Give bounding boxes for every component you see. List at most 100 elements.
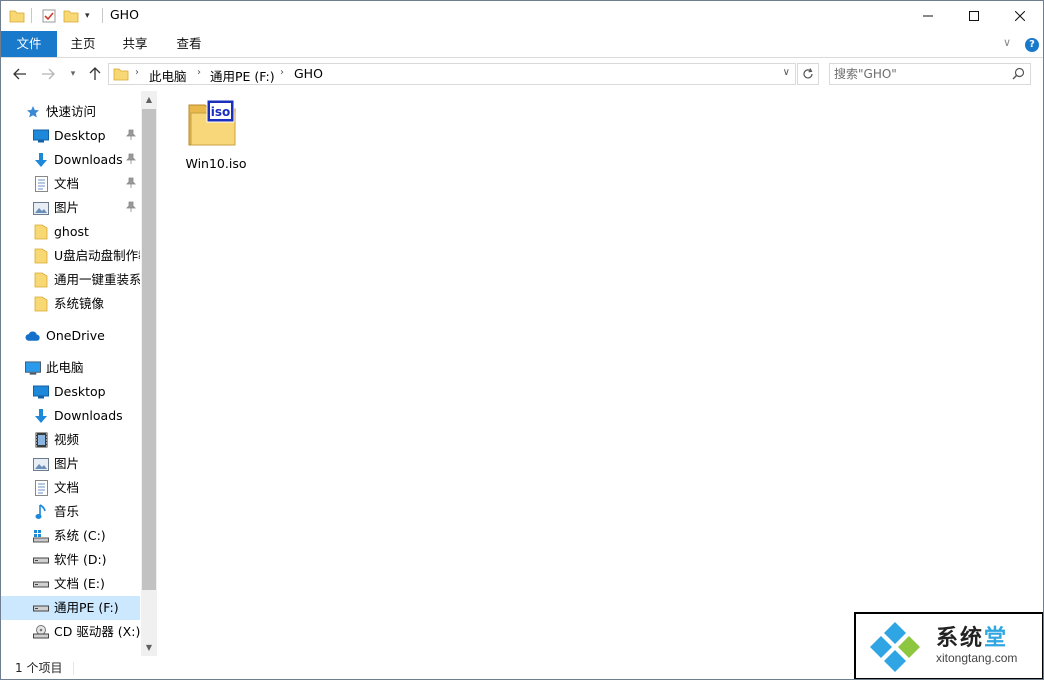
pin-icon[interactable] — [126, 177, 136, 192]
cd-drive-icon — [33, 624, 49, 640]
nav-item-system-image[interactable]: 系统镜像 — [0, 292, 140, 316]
nav-drive-f[interactable]: 通用PE (F:) — [0, 596, 140, 620]
nav-label: 视频 — [54, 432, 80, 447]
nav-this-pc[interactable]: 此电脑 — [0, 356, 140, 380]
toolbar-divider — [31, 8, 32, 23]
breadcrumb-separator-icon[interactable]: › — [135, 67, 139, 78]
watermark-title: 系统堂 — [936, 620, 1008, 652]
ribbon-tabs: 文件 主页 共享 查看 ∨ ? — [0, 31, 1044, 58]
up-arrow-icon — [89, 67, 101, 80]
pin-icon[interactable] — [126, 201, 136, 216]
breadcrumb-item[interactable]: 此电脑 — [149, 66, 187, 85]
minimize-button[interactable] — [905, 0, 951, 31]
nav-label: OneDrive — [46, 328, 105, 343]
nav-label: U盘启动盘制作教 — [54, 248, 140, 263]
nav-label: CD 驱动器 (X:) — [54, 624, 140, 639]
nav-quick-access[interactable]: 快速访问 — [0, 100, 140, 124]
scroll-down-icon[interactable]: ▼ — [141, 639, 157, 656]
breadcrumb-item[interactable]: 通用PE (F:) — [210, 66, 275, 85]
music-icon — [33, 504, 49, 520]
watermark-url: xitongtang.com — [936, 651, 1018, 665]
nav-drive-d[interactable]: 软件 (D:) — [0, 548, 140, 572]
forward-button[interactable] — [39, 65, 57, 83]
search-input[interactable] — [834, 66, 1004, 82]
nav-pc-documents[interactable]: 文档 — [0, 476, 140, 500]
tab-file[interactable]: 文件 — [1, 31, 57, 57]
search-box[interactable] — [829, 63, 1031, 85]
new-folder-icon[interactable] — [63, 6, 79, 26]
address-row: ▾ › 此电脑 › 通用PE (F:) › GHO ∨ — [0, 58, 1044, 91]
nav-item-desktop[interactable]: Desktop — [0, 124, 140, 148]
nav-label: Desktop — [54, 384, 106, 399]
video-icon — [33, 432, 49, 448]
folder-icon — [33, 248, 49, 264]
folder-icon — [33, 296, 49, 312]
help-icon[interactable]: ? — [1025, 38, 1039, 52]
close-button[interactable] — [997, 0, 1043, 31]
nav-pc-music[interactable]: 音乐 — [0, 500, 140, 524]
back-arrow-icon — [13, 68, 26, 80]
tab-home[interactable]: 主页 — [60, 31, 106, 57]
customize-toolbar-icon[interactable]: ▾ — [85, 6, 90, 26]
desktop-icon — [33, 128, 49, 144]
nav-item-ghost[interactable]: ghost — [0, 220, 140, 244]
drive-icon — [33, 552, 49, 568]
pin-icon[interactable] — [126, 129, 136, 144]
tab-view[interactable]: 查看 — [166, 31, 212, 57]
nav-item-documents[interactable]: 文档 — [0, 172, 140, 196]
refresh-icon — [803, 68, 813, 79]
breadcrumb-separator-icon[interactable]: › — [197, 67, 201, 78]
maximize-button[interactable] — [951, 0, 997, 31]
folder-icon — [113, 67, 129, 84]
refresh-button[interactable] — [797, 63, 819, 85]
nav-scrollbar[interactable]: ▲ ▼ — [141, 91, 157, 656]
nav-label: 通用一键重装系统 — [54, 272, 140, 287]
nav-pc-desktop[interactable]: Desktop — [0, 380, 140, 404]
svg-text:iso: iso — [211, 105, 231, 119]
properties-icon[interactable] — [41, 6, 57, 26]
file-list[interactable]: iso Win10.iso — [158, 91, 1044, 656]
scrollbar-thumb[interactable] — [142, 109, 156, 590]
nav-label: Downloads — [54, 152, 123, 167]
search-icon[interactable] — [1012, 67, 1025, 83]
nav-item-pictures[interactable]: 图片 — [0, 196, 140, 220]
tab-share[interactable]: 共享 — [112, 31, 158, 57]
folder-icon — [33, 272, 49, 288]
drive-icon — [33, 576, 49, 592]
breadcrumb-item[interactable]: GHO — [294, 66, 323, 81]
nav-item-usb-boot-folder[interactable]: U盘启动盘制作教 — [0, 244, 140, 268]
nav-label: 文档 — [54, 176, 80, 191]
breadcrumb-separator-icon[interactable]: › — [280, 67, 284, 78]
nav-pc-videos[interactable]: 视频 — [0, 428, 140, 452]
nav-drive-e[interactable]: 文档 (E:) — [0, 572, 140, 596]
address-dropdown-icon[interactable]: ∨ — [783, 67, 790, 78]
address-bar[interactable]: › 此电脑 › 通用PE (F:) › GHO ∨ — [108, 63, 796, 85]
nav-drive-c[interactable]: 系统 (C:) — [0, 524, 140, 548]
nav-drive-x[interactable]: CD 驱动器 (X:) — [0, 620, 140, 644]
nav-label: 快速访问 — [46, 104, 97, 119]
star-icon — [25, 104, 41, 120]
nav-pc-downloads[interactable]: Downloads — [0, 404, 140, 428]
back-button[interactable] — [11, 65, 29, 83]
up-button[interactable] — [86, 65, 104, 83]
nav-onedrive[interactable]: OneDrive — [0, 324, 140, 348]
toolbar-divider — [102, 8, 103, 23]
status-divider — [73, 662, 74, 675]
nav-item-downloads[interactable]: Downloads — [0, 148, 140, 172]
pin-icon[interactable] — [126, 153, 136, 168]
file-item[interactable]: iso Win10.iso — [184, 97, 248, 171]
downloads-icon — [33, 152, 49, 168]
desktop-icon — [33, 384, 49, 400]
nav-label: 音乐 — [54, 504, 80, 519]
document-icon — [33, 480, 49, 496]
nav-pc-pictures[interactable]: 图片 — [0, 452, 140, 476]
maximize-icon — [969, 10, 979, 21]
expand-ribbon-icon[interactable]: ∨ — [1003, 36, 1011, 49]
document-icon — [33, 176, 49, 192]
nav-item-reinstall-folder[interactable]: 通用一键重装系统 — [0, 268, 140, 292]
nav-label: Desktop — [54, 128, 106, 143]
navigation-pane: 快速访问 Desktop Downloads 文档 图片 ghost U盘启动盘… — [0, 91, 157, 656]
recent-locations-button[interactable]: ▾ — [64, 65, 82, 83]
watermark-logo-icon — [864, 620, 926, 679]
scroll-up-icon[interactable]: ▲ — [141, 91, 157, 108]
